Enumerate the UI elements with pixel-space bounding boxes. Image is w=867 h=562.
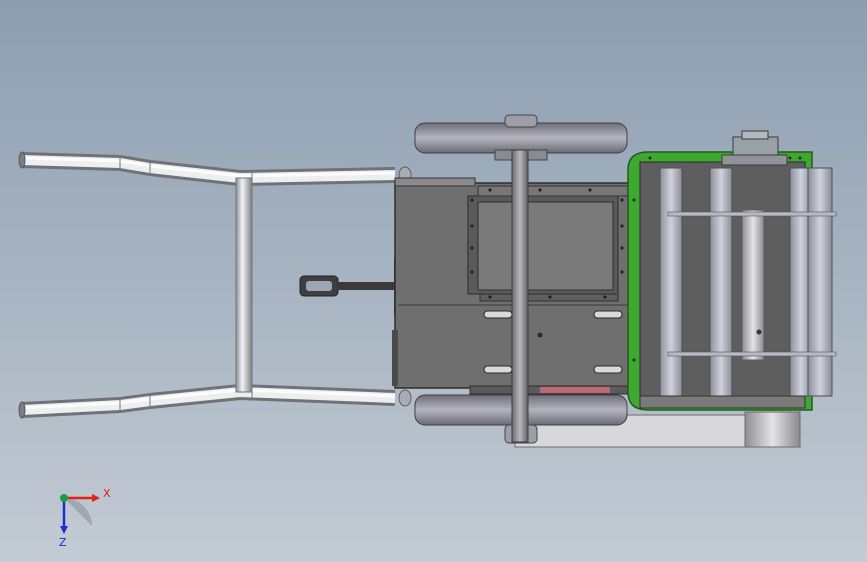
cad-viewport[interactable]: X Z	[0, 0, 867, 562]
base-drum	[744, 411, 801, 448]
wheel-axle	[511, 149, 529, 443]
machine-drawing: X Z	[18, 114, 837, 549]
coordinate-triad-icon: X Z	[59, 487, 111, 549]
x-axis-label: X	[103, 487, 111, 500]
z-axis-label: Z	[59, 536, 67, 549]
rotor-frame	[627, 130, 837, 411]
